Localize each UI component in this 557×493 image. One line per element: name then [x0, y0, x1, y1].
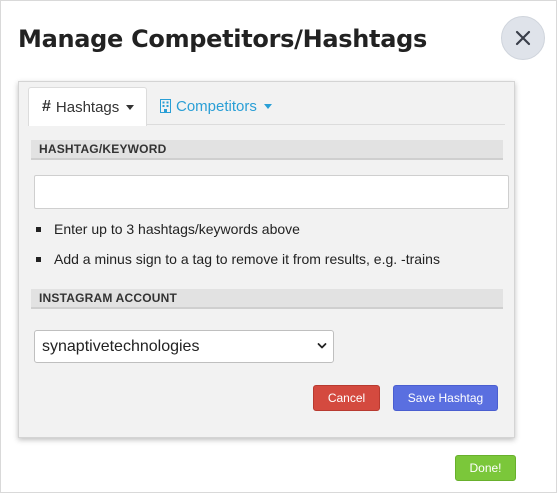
done-button[interactable]: Done! [455, 455, 516, 481]
hint-item: Enter up to 3 hashtags/keywords above [36, 218, 440, 248]
chevron-down-icon [317, 343, 327, 349]
account-section-header: INSTAGRAM ACCOUNT [31, 289, 503, 309]
building-icon [160, 99, 171, 113]
save-hashtag-button[interactable]: Save Hashtag [393, 385, 498, 411]
caret-down-icon [126, 105, 135, 110]
close-icon [515, 30, 531, 46]
caret-down-icon [263, 104, 272, 109]
hashtag-input[interactable] [34, 175, 509, 209]
hashtag-section-header: HASHTAG/KEYWORD [31, 140, 503, 160]
tab-competitors[interactable]: Competitors [160, 87, 272, 125]
selected-account: synaptivetechnologies [42, 337, 200, 355]
modal-title: Manage Competitors/Hashtags [18, 25, 427, 53]
hint-item: Add a minus sign to a tag to remove it f… [36, 248, 440, 278]
close-button[interactable] [501, 16, 545, 60]
tab-competitors-label: Competitors [176, 97, 257, 115]
instagram-account-select[interactable]: synaptivetechnologies [34, 330, 334, 363]
tab-hashtags[interactable]: # Hashtags [28, 87, 147, 126]
tab-bar: # Hashtags Competitors [28, 87, 505, 126]
cancel-button[interactable]: Cancel [313, 385, 380, 411]
hashtag-panel: # Hashtags Competitors HASHTAG/KEYWORD E… [18, 81, 515, 438]
hashtag-icon: # [42, 98, 51, 115]
manage-modal: Manage Competitors/Hashtags # Hashtags C… [0, 0, 557, 493]
hint-list: Enter up to 3 hashtags/keywords above Ad… [36, 218, 440, 278]
tab-hashtags-label: Hashtags [55, 98, 120, 116]
